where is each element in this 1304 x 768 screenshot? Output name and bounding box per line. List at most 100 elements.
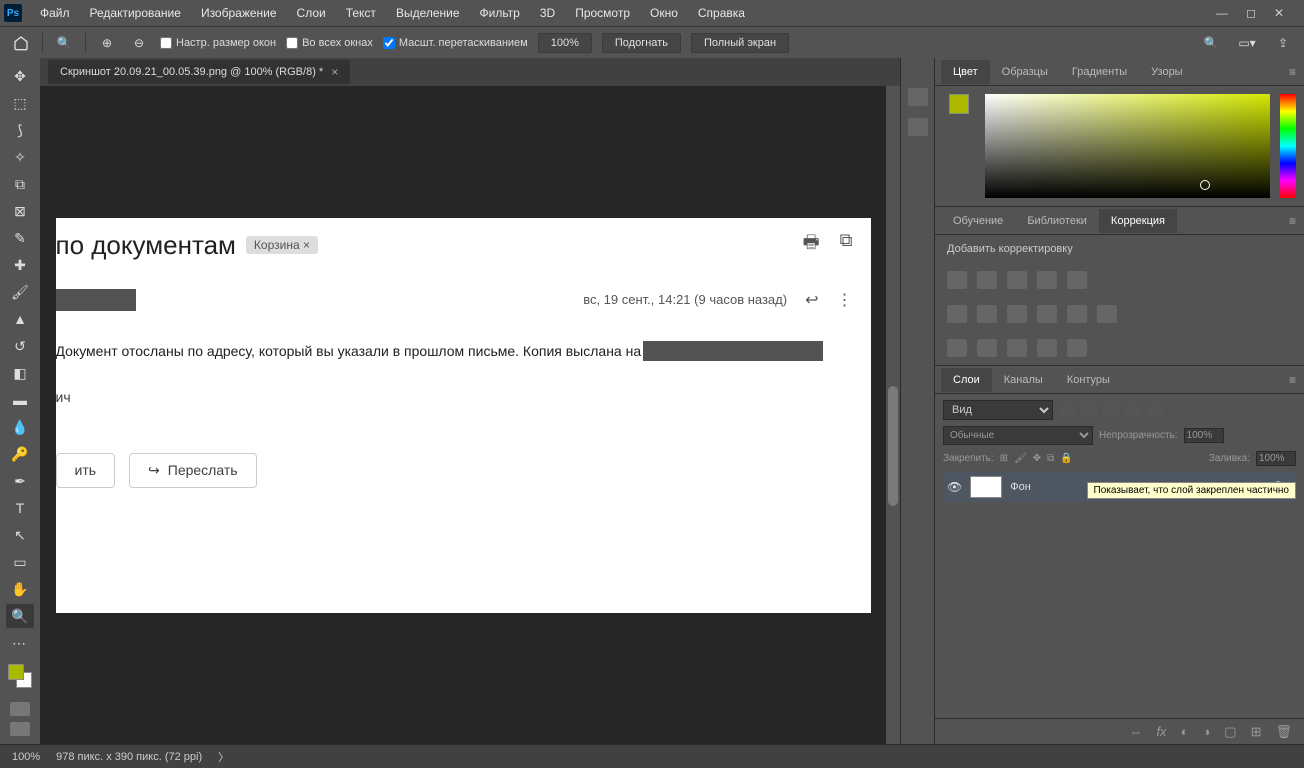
dock-icon-1[interactable] — [908, 88, 928, 106]
layer-thumbnail[interactable] — [970, 476, 1002, 498]
move-tool[interactable]: ✥ — [6, 64, 34, 88]
fill-input[interactable] — [1256, 451, 1296, 466]
lock-position-icon[interactable]: ✥ — [1033, 453, 1041, 464]
lock-all-icon[interactable]: 🔒 — [1060, 453, 1072, 464]
pen-tool[interactable]: ✒ — [6, 469, 34, 493]
status-arrow-icon[interactable]: 〉 — [218, 749, 229, 765]
zoom-percent-button[interactable]: 100% — [538, 33, 592, 53]
wand-tool[interactable]: ✧ — [6, 145, 34, 169]
opacity-input[interactable] — [1184, 428, 1224, 443]
menu-file[interactable]: Файл — [30, 2, 80, 24]
menu-help[interactable]: Справка — [688, 2, 755, 24]
gradient-tool[interactable]: ▬ — [6, 388, 34, 412]
lasso-tool[interactable]: ⟆ — [6, 118, 34, 142]
history-brush-tool[interactable]: ↺ — [6, 334, 34, 358]
new-layer-icon[interactable]: ⊞ — [1251, 724, 1262, 740]
tab-patterns[interactable]: Узоры — [1139, 60, 1194, 84]
layer-filter-dropdown[interactable]: Вид — [943, 400, 1053, 420]
adj-color-lookup-icon[interactable] — [1067, 305, 1087, 323]
blur-tool[interactable]: 💧 — [6, 415, 34, 439]
quickmask-icon[interactable] — [10, 702, 30, 716]
color-panel-menu-icon[interactable]: ≡ — [1281, 65, 1304, 79]
adj-posterize-icon[interactable] — [947, 339, 967, 357]
filter-shape-icon[interactable] — [1125, 402, 1141, 418]
lock-nesting-icon[interactable]: ⧉ — [1047, 453, 1054, 464]
delete-layer-icon[interactable]: 🗑 — [1275, 724, 1292, 740]
reply-button[interactable]: ить — [56, 453, 116, 488]
scrubby-zoom-checkbox[interactable]: Масшт. перетаскиванием — [383, 37, 528, 49]
color-mini-swatch[interactable] — [943, 94, 975, 198]
adj-hue-icon[interactable] — [947, 305, 967, 323]
print-icon[interactable]: 🖶 — [803, 230, 820, 260]
hand-tool[interactable]: ✋ — [6, 577, 34, 601]
zoom-in-icon[interactable]: ⊕ — [96, 32, 118, 54]
adj-exposure-icon[interactable] — [1037, 271, 1057, 289]
forward-button[interactable]: ↪Переслать — [129, 453, 257, 488]
adj-vibrance-icon[interactable] — [1067, 271, 1087, 289]
marquee-tool[interactable]: ⬚ — [6, 91, 34, 115]
reply-icon[interactable]: ↩ — [805, 290, 818, 310]
adj-bw-icon[interactable] — [977, 305, 997, 323]
layer-fx-icon[interactable]: fx — [1156, 724, 1166, 739]
adj-more-icon[interactable] — [1067, 339, 1087, 357]
color-swatch[interactable] — [8, 664, 32, 688]
shape-tool[interactable]: ▭ — [6, 550, 34, 574]
adj-levels-icon[interactable] — [977, 271, 997, 289]
adj-gradient-map-icon[interactable] — [1007, 339, 1027, 357]
menu-edit[interactable]: Редактирование — [80, 2, 191, 24]
link-layers-icon[interactable]: ⇔ — [1129, 724, 1142, 739]
filter-smart-icon[interactable] — [1147, 402, 1163, 418]
menu-text[interactable]: Текст — [336, 2, 386, 24]
dock-icon-2[interactable] — [908, 118, 928, 136]
all-windows-checkbox[interactable]: Во всех окнах — [286, 37, 373, 49]
color-picker-field[interactable] — [985, 94, 1270, 198]
frame-tool[interactable]: ⊠ — [6, 199, 34, 223]
menu-3d[interactable]: 3D — [530, 2, 565, 24]
search-icon[interactable]: 🔍 — [1200, 32, 1222, 54]
zoom-tool-icon[interactable]: 🔍 — [53, 32, 75, 54]
brush-tool[interactable]: 🖌 — [6, 280, 34, 304]
menu-image[interactable]: Изображение — [191, 2, 287, 24]
status-zoom[interactable]: 100% — [12, 751, 40, 763]
menu-view[interactable]: Просмотр — [565, 2, 640, 24]
tab-color[interactable]: Цвет — [941, 60, 990, 84]
lock-transparency-icon[interactable]: ⊞ — [1000, 453, 1008, 464]
status-dimensions[interactable]: 978 пикс. x 390 пикс. (72 ppi) — [56, 751, 202, 763]
menu-select[interactable]: Выделение — [386, 2, 470, 24]
adj-selective-icon[interactable] — [1037, 339, 1057, 357]
document-tab[interactable]: Скриншот 20.09.21_00.05.39.png @ 100% (R… — [48, 60, 350, 84]
adj-invert-icon[interactable] — [1097, 305, 1117, 323]
filter-adj-icon[interactable] — [1081, 402, 1097, 418]
type-tool[interactable]: T — [6, 496, 34, 520]
layer-group-icon[interactable]: ▢ — [1224, 724, 1236, 740]
maximize-icon[interactable]: ◻ — [1246, 6, 1256, 20]
fullscreen-button[interactable]: Полный экран — [691, 33, 789, 53]
healing-tool[interactable]: ✚ — [6, 253, 34, 277]
canvas-viewport[interactable]: по документам Корзина × 🖶 ⧉ вс, 19 сент.… — [40, 86, 886, 744]
crop-tool[interactable]: ⧉ — [6, 172, 34, 196]
adj-curves-icon[interactable] — [1007, 271, 1027, 289]
layer-visibility-icon[interactable]: 👁 — [947, 480, 962, 494]
blend-mode-dropdown[interactable]: Обычные — [943, 426, 1093, 445]
open-external-icon[interactable]: ⧉ — [840, 230, 853, 260]
adj-photo-filter-icon[interactable] — [1007, 305, 1027, 323]
fit-button[interactable]: Подогнать — [602, 33, 681, 53]
email-label-badge[interactable]: Корзина × — [246, 236, 318, 254]
lock-pixels-icon[interactable]: 🖌 — [1014, 453, 1027, 464]
minimize-icon[interactable]: — — [1216, 6, 1228, 20]
screenmode-icon[interactable] — [10, 722, 30, 736]
learn-panel-menu-icon[interactable]: ≡ — [1281, 214, 1304, 228]
eyedropper-tool[interactable]: ✎ — [6, 226, 34, 250]
tab-swatches[interactable]: Образцы — [990, 60, 1060, 84]
eraser-tool[interactable]: ◧ — [6, 361, 34, 385]
stamp-tool[interactable]: ▲ — [6, 307, 34, 331]
home-icon[interactable] — [10, 32, 32, 54]
tab-paths[interactable]: Контуры — [1055, 368, 1122, 392]
share-icon[interactable]: ⇪ — [1272, 32, 1294, 54]
close-icon[interactable]: ✕ — [1274, 6, 1284, 20]
tab-learn[interactable]: Обучение — [941, 209, 1015, 233]
fg-swatch[interactable] — [949, 94, 969, 114]
more-icon[interactable]: ⋮ — [837, 290, 853, 310]
adj-channel-mixer-icon[interactable] — [1037, 305, 1057, 323]
tab-channels[interactable]: Каналы — [992, 368, 1055, 392]
